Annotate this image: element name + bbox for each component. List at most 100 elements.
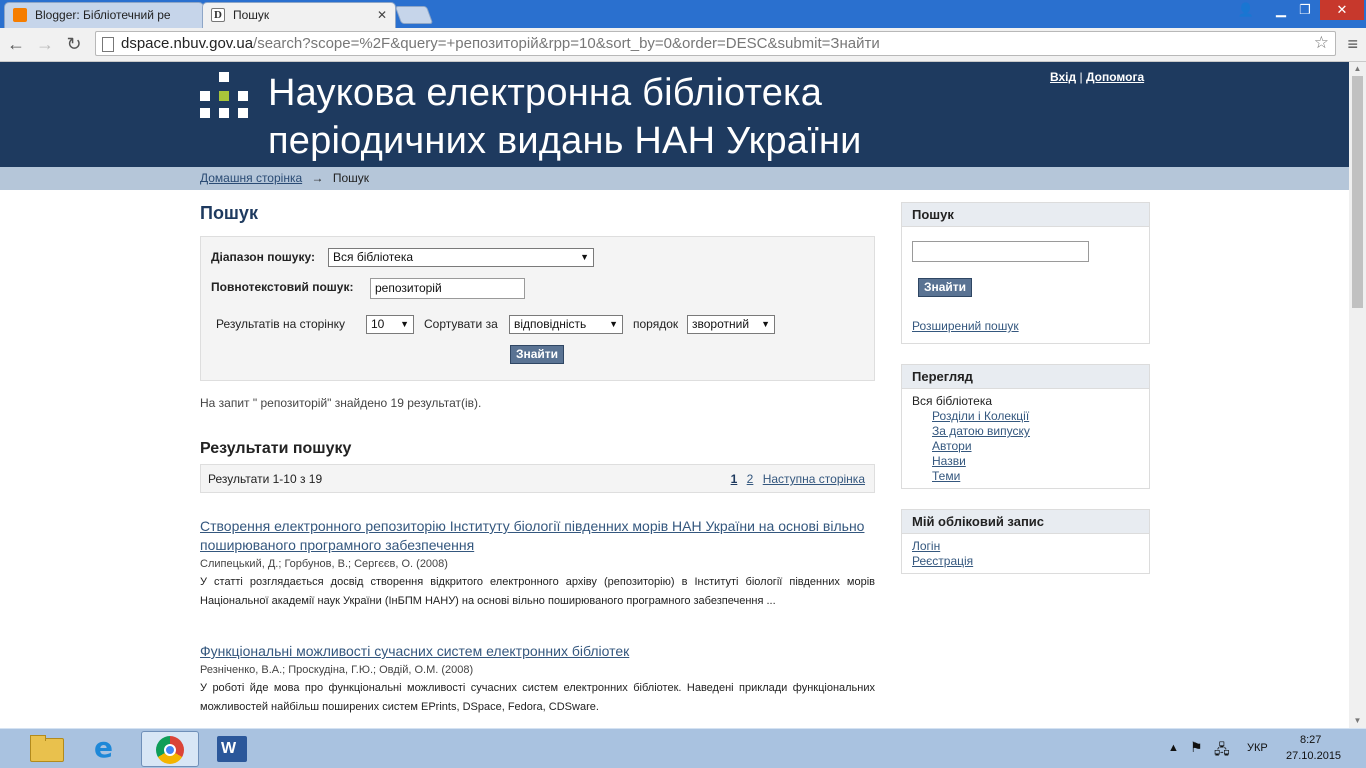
result-item: Створення електронного репозиторію Інсти… — [200, 517, 875, 611]
bookmark-star-icon[interactable]: ☆ — [1314, 33, 1329, 53]
scroll-down-icon[interactable]: ▼ — [1349, 714, 1366, 728]
chevron-down-icon: ▼ — [580, 252, 589, 262]
close-window-icon[interactable]: ✕ — [1320, 0, 1364, 20]
show-hidden-icons-icon[interactable]: ▲ — [1168, 742, 1179, 754]
result-authors: Слипецький, Д.; Горбунов, В.; Сергєєв, О… — [200, 558, 448, 570]
order-select[interactable]: зворотний ▼ — [687, 315, 775, 334]
scope-select[interactable]: Вся бібліотека ▼ — [328, 248, 594, 267]
page-viewport: Наукова електронна бібліотека періодични… — [0, 62, 1349, 728]
browse-date-link[interactable]: За датою випуску — [932, 424, 1030, 438]
url-path: /search?scope=%2F&query=+репозиторій&rpp… — [253, 35, 880, 52]
sort-label: Сортувати за — [424, 317, 498, 331]
site-logo-icon[interactable] — [200, 72, 248, 122]
page-link-1[interactable]: 1 — [731, 472, 738, 486]
account-login-link[interactable]: Логін — [912, 539, 940, 553]
fulltext-label: Повнотекстовий пошук: — [211, 280, 354, 294]
internet-explorer-icon[interactable]: e — [80, 731, 138, 767]
search-submit-button[interactable]: Знайти — [510, 345, 564, 364]
tab-search[interactable]: D Пошук ✕ — [202, 2, 396, 28]
sidebar-browse-heading: Перегляд — [902, 365, 1149, 389]
chevron-down-icon: ▼ — [761, 319, 770, 329]
help-link[interactable]: Допомога — [1086, 70, 1144, 84]
breadcrumb-current: Пошук — [332, 171, 370, 185]
result-title-link[interactable]: Створення електронного репозиторію Інсти… — [200, 517, 875, 555]
site-title-line-2: періодичних видань НАН України — [268, 120, 862, 162]
breadcrumb-arrow-icon: → — [311, 171, 324, 185]
breadcrumb: Домашня сторінка → Пошук — [0, 167, 1349, 190]
rpp-label: Результатів на сторінку — [216, 317, 345, 331]
close-tab-icon[interactable]: ✕ — [377, 3, 387, 27]
query-input[interactable]: репозиторій — [370, 278, 525, 299]
sort-select-value: відповідність — [514, 317, 587, 331]
search-form: Діапазон пошуку: Вся бібліотека ▼ Повнот… — [200, 236, 875, 381]
dspace-favicon-icon: D — [211, 8, 225, 22]
order-label: порядок — [633, 317, 679, 331]
account-register-link[interactable]: Реєстрація — [912, 554, 973, 568]
next-page-link[interactable]: Наступна сторінка — [763, 472, 865, 486]
scope-label: Діапазон пошуку: — [211, 250, 315, 264]
chevron-down-icon: ▼ — [609, 319, 618, 329]
result-title-link[interactable]: Функціональні можливості сучасних систем… — [200, 642, 875, 661]
sort-select[interactable]: відповідність ▼ — [509, 315, 623, 334]
scroll-up-icon[interactable]: ▲ — [1349, 62, 1366, 76]
page-link-2[interactable]: 2 — [747, 472, 754, 486]
browse-scope-label: Вся бібліотека — [912, 394, 993, 408]
sidebar-search-input[interactable] — [912, 241, 1089, 262]
results-count: Результати 1-10 з 19 — [208, 472, 323, 486]
results-pager: Результати 1-10 з 19 1 2 Наступна сторін… — [200, 464, 875, 493]
action-center-icon[interactable]: ⚑ — [1190, 739, 1203, 756]
site-title-line-1: Наукова електронна бібліотека — [268, 72, 823, 114]
result-authors: Резніченко, В.А.; Проскудіна, Г.Ю.; Овді… — [200, 664, 474, 676]
chrome-icon[interactable] — [141, 731, 199, 767]
windows-taskbar: e W ▲ ⚑ 🖧 УКР 8:27 27.10.2015 — [0, 728, 1366, 768]
clock-time[interactable]: 8:27 — [1300, 734, 1321, 746]
login-link[interactable]: Вхід — [1050, 70, 1076, 84]
language-indicator[interactable]: УКР — [1247, 742, 1268, 754]
chevron-down-icon: ▼ — [400, 319, 409, 329]
result-item: Функціональні можливості сучасних систем… — [200, 642, 875, 717]
tab-label: Пошук — [233, 8, 270, 22]
sidebar-browse-panel: Перегляд Вся бібліотека Розділи і Колекц… — [901, 364, 1150, 489]
result-abstract: У статті розглядається досвід створення … — [200, 576, 875, 607]
breadcrumb-home-link[interactable]: Домашня сторінка — [200, 171, 302, 185]
sidebar-search-panel: Пошук Знайти Розширений пошук — [901, 202, 1150, 344]
url-host: dspace.nbuv.gov.ua — [121, 35, 254, 52]
browse-subjects-link[interactable]: Теми — [932, 469, 960, 483]
back-arrow-icon[interactable]: ← — [5, 33, 27, 55]
word-icon[interactable]: W — [203, 731, 261, 767]
scrollbar-thumb[interactable] — [1352, 76, 1363, 308]
browse-communities-link[interactable]: Розділи і Колекції — [932, 409, 1029, 423]
result-abstract: У роботі йде мова про функціональні можл… — [200, 682, 875, 713]
link-separator: | — [1079, 70, 1083, 84]
tab-label: Blogger: Бібліотечний ре — [35, 8, 171, 22]
browser-tab-strip: Blogger: Бібліотечний ре D Пошук ✕ 👤 ▁ ❐… — [0, 0, 1366, 28]
user-icon[interactable]: 👤 — [1234, 0, 1258, 20]
results-heading: Результати пошуку — [200, 440, 352, 457]
reload-icon[interactable]: ↻ — [63, 33, 85, 55]
network-icon[interactable]: 🖧 — [1214, 739, 1230, 763]
browse-titles-link[interactable]: Назви — [932, 454, 966, 468]
order-select-value: зворотний — [692, 317, 750, 331]
top-links: Вхід | Допомога — [1050, 70, 1144, 84]
forward-arrow-icon[interactable]: → — [34, 33, 56, 55]
rpp-select[interactable]: 10 ▼ — [366, 315, 414, 334]
advanced-search-link[interactable]: Розширений пошук — [912, 319, 1019, 333]
scope-select-value: Вся бібліотека — [333, 250, 414, 264]
new-tab-button[interactable] — [394, 6, 434, 24]
file-explorer-icon[interactable] — [18, 731, 76, 767]
clock-date[interactable]: 27.10.2015 — [1286, 750, 1341, 762]
page-scrollbar[interactable]: ▲ ▼ — [1349, 62, 1366, 728]
sidebar-search-button[interactable]: Знайти — [918, 278, 972, 297]
blogger-favicon-icon — [13, 8, 27, 22]
address-bar[interactable]: dspace.nbuv.gov.ua/search?scope=%2F&quer… — [95, 31, 1336, 56]
url-text: dspace.nbuv.gov.ua/search?scope=%2F&quer… — [121, 35, 880, 52]
browse-authors-link[interactable]: Автори — [932, 439, 972, 453]
page-icon — [102, 37, 114, 52]
rpp-select-value: 10 — [371, 317, 385, 331]
maximize-icon[interactable]: ❐ — [1292, 0, 1318, 20]
page-title: Пошук — [200, 203, 258, 223]
browser-toolbar: ← → ↻ dspace.nbuv.gov.ua/search?scope=%2… — [0, 28, 1366, 62]
site-title[interactable]: Наукова електронна бібліотека періодични… — [268, 69, 862, 165]
menu-icon[interactable]: ≡ — [1347, 34, 1358, 55]
tab-blogger[interactable]: Blogger: Бібліотечний ре — [4, 2, 204, 28]
